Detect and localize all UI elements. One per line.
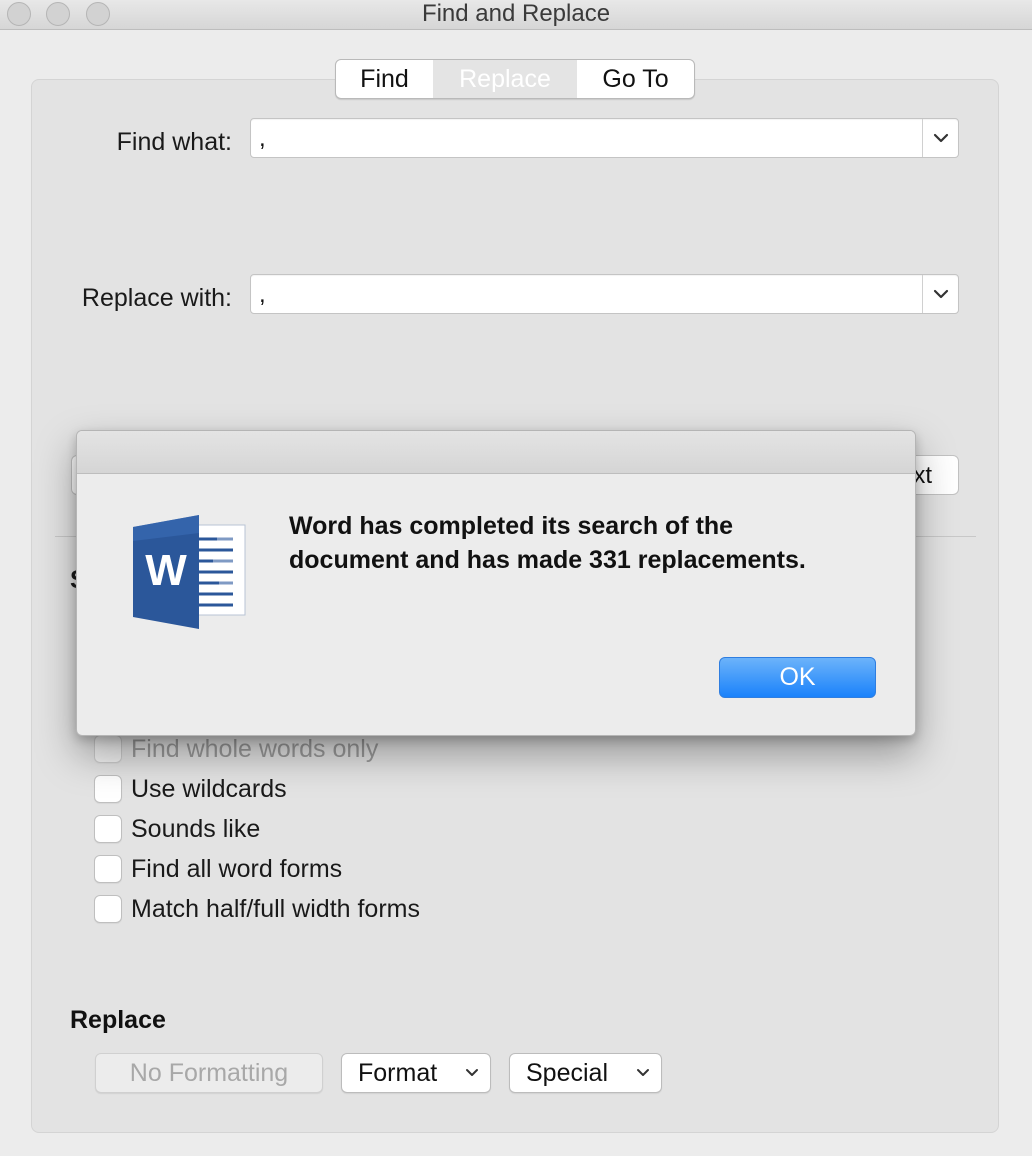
alert-message-line-2: document and has made 331 replacements. <box>289 546 806 574</box>
option-sounds-like[interactable]: Sounds like <box>94 813 260 845</box>
option-label: Use wildcards <box>131 774 287 803</box>
tab-find[interactable]: Find <box>336 60 433 98</box>
option-label: Find whole words only <box>131 734 379 763</box>
replace-with-label: Replace with: <box>81 284 232 312</box>
tab-replace[interactable]: Replace <box>433 60 577 98</box>
replace-section-title: Replace <box>70 1006 166 1034</box>
word-icon-letter: W <box>145 546 187 595</box>
word-app-icon: W <box>129 513 249 638</box>
replace-with-value[interactable]: , <box>259 281 266 309</box>
tab-bar: Find Replace Go To <box>335 59 695 99</box>
option-label: Sounds like <box>131 814 261 843</box>
title-bar: Find and Replace <box>0 0 1032 30</box>
find-history-dropdown[interactable] <box>922 119 958 157</box>
chevron-down-icon <box>637 1069 649 1076</box>
option-find-all-word-forms[interactable]: Find all word forms <box>94 853 342 885</box>
find-next-label-partial: xt <box>913 462 932 489</box>
replace-with-combo[interactable]: , <box>250 274 959 314</box>
checkbox[interactable] <box>94 815 122 843</box>
chevron-down-icon <box>933 289 948 299</box>
format-dropdown[interactable]: Format <box>341 1053 491 1093</box>
option-use-wildcards[interactable]: Use wildcards <box>94 773 287 805</box>
alert-message: Word has completed its search of the doc… <box>289 509 889 577</box>
checkbox[interactable] <box>94 775 122 803</box>
option-find-whole-words[interactable]: Find whole words only <box>94 733 378 765</box>
tab-go-to[interactable]: Go To <box>577 60 694 98</box>
window-title: Find and Replace <box>421 0 611 27</box>
option-match-half-full-width[interactable]: Match half/full width forms <box>94 893 420 925</box>
special-dropdown[interactable]: Special <box>509 1053 662 1093</box>
special-label: Special <box>526 1058 608 1087</box>
completion-alert: W Word has completed its search of the d… <box>76 430 916 736</box>
ok-button[interactable]: OK <box>719 657 876 698</box>
option-label: Match half/full width forms <box>131 894 420 923</box>
no-formatting-button[interactable]: No Formatting <box>95 1053 323 1093</box>
checkbox[interactable] <box>94 855 122 883</box>
checkbox[interactable] <box>94 735 122 763</box>
alert-message-line-1: Word has completed its search of the <box>289 512 734 540</box>
chevron-down-icon <box>466 1069 478 1076</box>
chevron-down-icon <box>933 133 948 143</box>
option-label: Find all word forms <box>131 854 343 883</box>
replace-history-dropdown[interactable] <box>922 275 958 313</box>
find-what-label: Find what: <box>116 128 232 156</box>
find-what-combo[interactable]: , <box>250 118 959 158</box>
format-label: Format <box>358 1058 438 1087</box>
alert-title-bar <box>77 431 915 474</box>
find-what-value[interactable]: , <box>259 125 266 153</box>
checkbox[interactable] <box>94 895 122 923</box>
